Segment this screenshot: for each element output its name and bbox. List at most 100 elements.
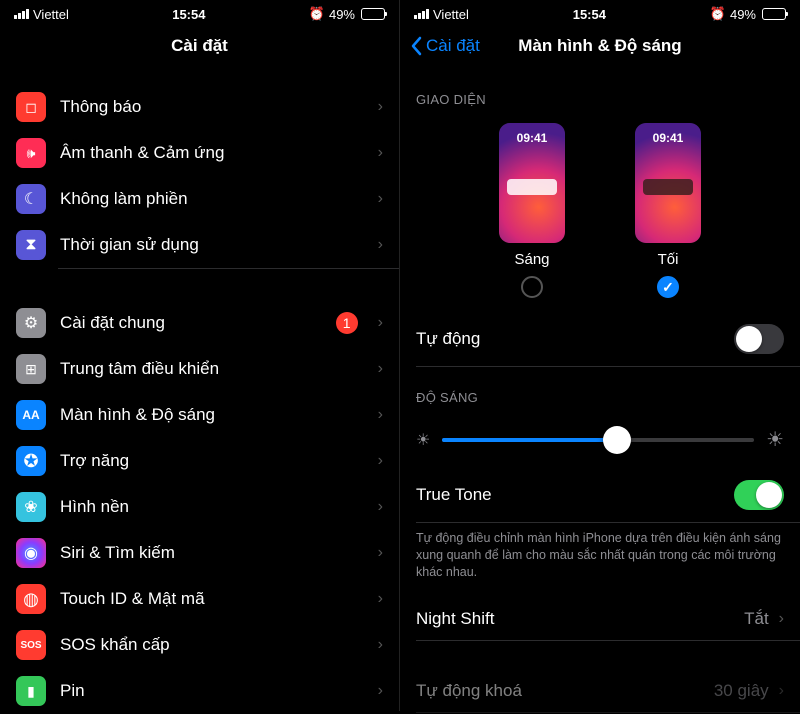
row-nightshift[interactable]: Night Shift Tắt › xyxy=(400,597,800,641)
alarm-icon: ⏰ xyxy=(309,6,325,22)
status-time: 15:54 xyxy=(573,7,606,22)
row-label: Touch ID & Mật mã xyxy=(60,589,364,609)
phone-preview-light: 09:41 xyxy=(499,123,565,243)
status-bar: Viettel 15:54 ⏰ 49% xyxy=(400,0,800,24)
row-sos[interactable]: SOS SOS khẩn cấp › xyxy=(0,622,399,668)
row-label: Pin xyxy=(60,681,364,701)
autolock-label: Tự động khoá xyxy=(416,681,704,701)
appearance-chooser: 09:41 Sáng 09:41 Tối xyxy=(400,113,800,312)
dark-label: Tối xyxy=(658,251,679,268)
chevron-right-icon: › xyxy=(378,452,383,470)
settings-list: ◻︎ Thông báo › 🕪 Âm thanh & Cảm ứng › ☾ … xyxy=(0,84,399,714)
switches-icon: ⊞ xyxy=(16,354,46,384)
list-gap xyxy=(400,641,800,669)
radio-light[interactable] xyxy=(521,276,543,298)
row-label: Trung tâm điều khiển xyxy=(60,359,364,379)
row-label: Âm thanh & Cảm ứng xyxy=(60,143,364,163)
sos-icon: SOS xyxy=(16,630,46,660)
sound-icon: 🕪 xyxy=(16,138,46,168)
settings-title: Cài đặt xyxy=(171,36,228,56)
truetone-footnote: Tự động điều chỉnh màn hình iPhone dựa t… xyxy=(400,522,800,597)
truetone-label: True Tone xyxy=(416,485,724,505)
appearance-option-light[interactable]: 09:41 Sáng xyxy=(499,123,565,298)
row-touchid[interactable]: ◍ Touch ID & Mật mã › xyxy=(0,576,399,622)
appearance-option-dark[interactable]: 09:41 Tối xyxy=(635,123,701,298)
siri-icon: ◉ xyxy=(16,538,46,568)
radio-dark[interactable] xyxy=(657,276,679,298)
row-truetone[interactable]: True Tone xyxy=(400,468,800,522)
back-button[interactable]: Cài đặt xyxy=(410,36,480,56)
row-label: Siri & Tìm kiếm xyxy=(60,543,364,563)
row-label: SOS khẩn cấp xyxy=(60,635,364,655)
automatic-label: Tự động xyxy=(416,329,724,349)
row-automatic[interactable]: Tự động xyxy=(400,312,800,366)
chevron-right-icon: › xyxy=(378,590,383,608)
chevron-right-icon: › xyxy=(779,610,784,628)
appearance-header: GIAO DIỆN xyxy=(400,68,800,113)
row-display-brightness[interactable]: AA Màn hình & Độ sáng › xyxy=(0,392,399,438)
brightness-slider-row: ☀︎ ☀︎ xyxy=(400,411,800,468)
status-time: 15:54 xyxy=(172,7,205,22)
chevron-right-icon: › xyxy=(378,498,383,516)
signal-icon xyxy=(14,9,29,19)
row-label: Thông báo xyxy=(60,97,364,117)
nightshift-label: Night Shift xyxy=(416,609,734,629)
flower-icon: ❀ xyxy=(16,492,46,522)
brightness-header: ĐỘ SÁNG xyxy=(400,366,800,411)
sun-small-icon: ☀︎ xyxy=(416,430,430,450)
row-screentime[interactable]: ⧗ Thời gian sử dụng › xyxy=(0,222,399,268)
slider-thumb[interactable] xyxy=(603,426,631,454)
row-siri[interactable]: ◉ Siri & Tìm kiếm › xyxy=(0,530,399,576)
hourglass-icon: ⧗ xyxy=(16,230,46,260)
chevron-right-icon: › xyxy=(378,144,383,162)
gear-icon: ⚙︎ xyxy=(16,308,46,338)
carrier-label: Viettel xyxy=(433,7,469,22)
chevron-right-icon: › xyxy=(378,406,383,424)
row-notifications[interactable]: ◻︎ Thông báo › xyxy=(0,84,399,130)
carrier-label: Viettel xyxy=(33,7,69,22)
battery-row-icon: ▮ xyxy=(16,676,46,706)
row-label: Cài đặt chung xyxy=(60,313,322,333)
preview-time: 09:41 xyxy=(499,131,565,145)
status-bar: Viettel 15:54 ⏰ 49% xyxy=(0,0,399,24)
row-dnd[interactable]: ☾ Không làm phiền › xyxy=(0,176,399,222)
row-control-center[interactable]: ⊞ Trung tâm điều khiển › xyxy=(0,346,399,392)
preview-time: 09:41 xyxy=(635,131,701,145)
moon-icon: ☾ xyxy=(16,184,46,214)
battery-percent: 49% xyxy=(329,7,355,22)
page-title-right: Màn hình & Độ sáng xyxy=(518,36,681,56)
chevron-right-icon: › xyxy=(378,190,383,208)
fingerprint-icon: ◍ xyxy=(16,584,46,614)
row-autolock[interactable]: Tự động khoá 30 giây › xyxy=(400,669,800,713)
chevron-right-icon: › xyxy=(378,314,383,332)
chevron-right-icon: › xyxy=(378,636,383,654)
battery-percent: 49% xyxy=(730,7,756,22)
row-battery[interactable]: ▮ Pin › xyxy=(0,668,399,714)
light-label: Sáng xyxy=(514,251,549,268)
brightness-slider[interactable] xyxy=(442,438,754,442)
row-sounds[interactable]: 🕪 Âm thanh & Cảm ứng › xyxy=(0,130,399,176)
back-label: Cài đặt xyxy=(426,36,480,56)
autolock-value: 30 giây xyxy=(714,681,769,701)
notification-badge: 1 xyxy=(336,312,358,334)
page-title-left: Cài đặt xyxy=(0,24,399,68)
row-label: Màn hình & Độ sáng xyxy=(60,405,364,425)
chevron-left-icon xyxy=(410,36,422,56)
automatic-toggle[interactable] xyxy=(734,324,784,354)
row-label: Thời gian sử dụng xyxy=(60,235,364,255)
chevron-right-icon: › xyxy=(378,236,383,254)
row-label: Trợ năng xyxy=(60,451,364,471)
row-general[interactable]: ⚙︎ Cài đặt chung 1 › xyxy=(0,300,399,346)
row-label: Hình nền xyxy=(60,497,364,517)
accessibility-icon: ✪ xyxy=(16,446,46,476)
truetone-toggle[interactable] xyxy=(734,480,784,510)
sun-large-icon: ☀︎ xyxy=(766,427,784,452)
chevron-right-icon: › xyxy=(779,682,784,700)
row-label: Không làm phiền xyxy=(60,189,364,209)
chevron-right-icon: › xyxy=(378,98,383,116)
nav-header-right: Cài đặt Màn hình & Độ sáng xyxy=(400,24,800,68)
row-wallpaper[interactable]: ❀ Hình nền › xyxy=(0,484,399,530)
chevron-right-icon: › xyxy=(378,360,383,378)
alarm-icon: ⏰ xyxy=(710,6,726,22)
row-accessibility[interactable]: ✪ Trợ năng › xyxy=(0,438,399,484)
